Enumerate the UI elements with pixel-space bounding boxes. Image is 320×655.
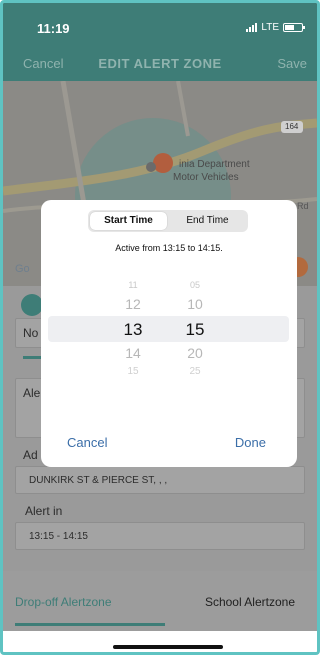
bottom-bar xyxy=(3,631,317,652)
status-indicators: LTE xyxy=(246,22,305,33)
zone-type-indicator xyxy=(21,294,43,316)
google-logo: Go xyxy=(15,263,30,275)
zone-tabs: Drop-off Alertzone School Alertzone xyxy=(3,571,317,631)
hour-option[interactable]: 12 xyxy=(103,296,163,312)
end-time-segment[interactable]: End Time xyxy=(169,212,246,230)
dialog-cancel-button[interactable]: Cancel xyxy=(67,435,107,450)
minute-wheel[interactable]: 05 10 15 20 25 xyxy=(165,278,225,378)
name-label: No xyxy=(23,326,39,340)
phone-screen: 11:19 LTE Cancel EDIT ALERT ZONE Save in… xyxy=(0,0,320,655)
minute-option[interactable]: 20 xyxy=(165,345,225,361)
start-time-segment[interactable]: Start Time xyxy=(90,212,167,230)
tab-school-alertzone[interactable]: School Alertzone xyxy=(205,595,295,609)
map-place-label: inia Department xyxy=(179,159,250,170)
home-indicator[interactable] xyxy=(113,645,223,649)
hour-option[interactable]: 11 xyxy=(103,280,163,290)
active-range-text: Active from 13:15 to 14:15. xyxy=(115,243,223,253)
active-tab-indicator xyxy=(15,623,165,626)
map-place-label-2: Motor Vehicles xyxy=(173,172,239,183)
app-header: Cancel EDIT ALERT ZONE Save xyxy=(3,47,317,81)
minute-option[interactable]: 25 xyxy=(165,366,225,377)
minute-option[interactable]: 05 xyxy=(165,280,225,290)
status-time: 11:19 xyxy=(37,21,70,36)
alert-in-label: Alert in xyxy=(25,504,63,518)
dialog-done-button[interactable]: Done xyxy=(235,435,266,450)
address-label: Ad xyxy=(23,448,38,462)
road-label: Rd xyxy=(297,201,309,211)
hour-wheel[interactable]: 11 12 13 14 15 xyxy=(103,278,163,378)
minute-option[interactable]: 10 xyxy=(165,296,225,312)
hour-option[interactable]: 14 xyxy=(103,345,163,361)
status-bar: 11:19 LTE xyxy=(3,3,317,47)
minute-selected[interactable]: 15 xyxy=(165,320,225,340)
tab-dropoff-alertzone[interactable]: Drop-off Alertzone xyxy=(15,595,112,609)
time-segment-control: Start Time End Time xyxy=(88,210,248,232)
header-save-button[interactable]: Save xyxy=(277,56,307,71)
time-picker-dialog: Start Time End Time Active from 13:15 to… xyxy=(41,200,297,467)
time-wheel-picker[interactable]: 11 12 13 14 15 05 10 15 20 25 xyxy=(48,278,289,378)
page-title: EDIT ALERT ZONE xyxy=(98,56,222,71)
route-shield: 164 xyxy=(285,122,299,131)
network-label: LTE xyxy=(261,22,279,33)
battery-icon xyxy=(283,23,305,32)
alert-in-value: 13:15 - 14:15 xyxy=(29,531,88,542)
hour-selected[interactable]: 13 xyxy=(103,320,163,340)
alert-label: Ale xyxy=(23,386,41,400)
address-value: DUNKIRK ST & PIERCE ST, , , xyxy=(29,475,168,486)
hour-option[interactable]: 15 xyxy=(103,366,163,377)
signal-icon xyxy=(246,23,258,32)
